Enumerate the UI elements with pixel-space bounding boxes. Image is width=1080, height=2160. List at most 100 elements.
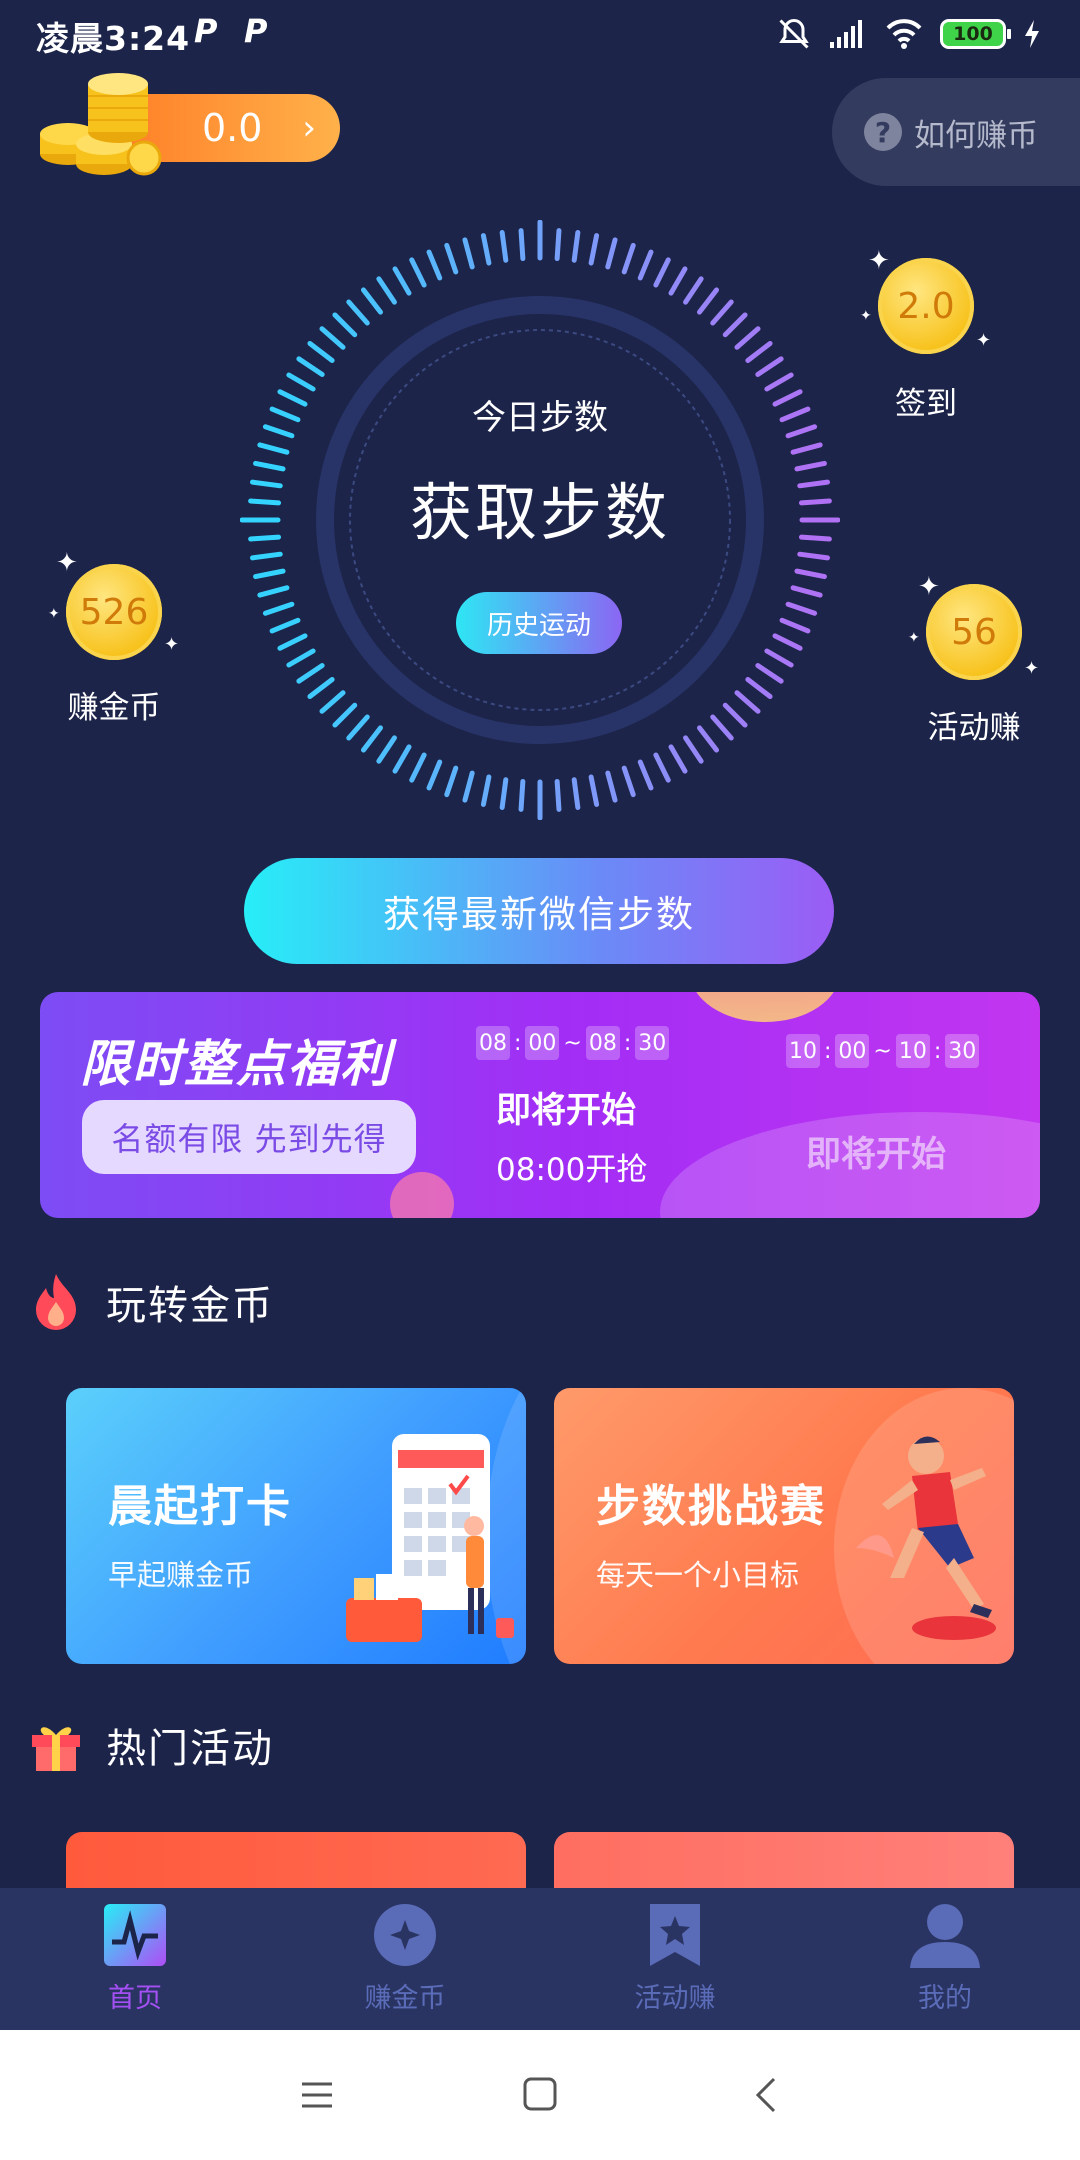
dial-tick bbox=[683, 735, 704, 764]
dial-tick bbox=[798, 498, 832, 506]
earn-coin[interactable]: 526 bbox=[66, 564, 162, 660]
bookmark-star-icon bbox=[650, 1904, 700, 1966]
history-exercise-button[interactable]: 历史运动 bbox=[456, 592, 622, 654]
time-digit: 08 bbox=[585, 1026, 620, 1060]
back-icon[interactable] bbox=[752, 2076, 782, 2114]
sign-in-coin-value: 2.0 bbox=[878, 258, 974, 354]
banner-title: 限时整点福利 bbox=[80, 1035, 392, 1093]
signal-icon bbox=[830, 20, 862, 48]
time-digit: 00 bbox=[835, 1034, 870, 1068]
charging-icon bbox=[1025, 20, 1039, 48]
card-title: 晨起打卡 bbox=[108, 1481, 292, 1532]
dial-tick bbox=[798, 534, 832, 542]
wifi-icon bbox=[886, 19, 922, 49]
coin-stack-icon bbox=[40, 73, 162, 176]
dial-tick bbox=[605, 770, 618, 803]
home-square-icon[interactable] bbox=[522, 2076, 558, 2112]
sign-in-coin[interactable]: 2.0 bbox=[878, 258, 974, 354]
dial-tick bbox=[480, 233, 492, 266]
nav-profile[interactable]: 我的 bbox=[810, 1888, 1080, 2030]
dial-tick bbox=[249, 479, 283, 489]
how-to-earn-label: 如何赚币 bbox=[914, 117, 1038, 154]
dial-tick bbox=[269, 617, 301, 634]
dial-tick bbox=[296, 663, 325, 684]
dial-tick bbox=[571, 777, 581, 811]
runner-illustration bbox=[856, 1436, 996, 1640]
how-to-earn-button[interactable]: ? 如何赚币 bbox=[832, 78, 1080, 186]
earn-coin-value: 526 bbox=[66, 564, 162, 660]
hot-activity-card[interactable] bbox=[66, 1832, 526, 1888]
dial-tick bbox=[392, 744, 412, 774]
time-digit: 30 bbox=[635, 1026, 670, 1060]
dial-tick bbox=[755, 356, 784, 377]
status-time: 凌晨3:24 bbox=[36, 19, 191, 58]
get-wechat-steps-button[interactable]: 获得最新微信步数 bbox=[244, 858, 834, 964]
dial-tick bbox=[360, 725, 384, 753]
question-icon: ? bbox=[864, 113, 902, 151]
hot-activities-heading: 热门活动 bbox=[28, 1716, 274, 1774]
dial-tick bbox=[286, 372, 316, 392]
sparkle-icon: ✦ bbox=[860, 308, 872, 324]
step-challenge-card[interactable]: 步数挑战赛 每天一个小目标 bbox=[554, 1388, 1014, 1664]
nav-label: 活动赚 bbox=[634, 1983, 716, 2014]
dial-tick bbox=[734, 690, 761, 714]
dial-tick bbox=[745, 676, 773, 700]
dial-tick bbox=[360, 287, 384, 315]
chevron-right-icon: › bbox=[302, 108, 316, 148]
dial-tick bbox=[790, 585, 823, 598]
dial-tick bbox=[779, 406, 811, 423]
time-colon: : bbox=[824, 1038, 832, 1064]
parking-notification-icon-2: P bbox=[244, 12, 268, 50]
dial-tick bbox=[426, 249, 443, 281]
coin-icon bbox=[374, 1904, 436, 1966]
time-digit: 10 bbox=[786, 1034, 820, 1068]
dial-tick bbox=[248, 534, 282, 542]
nav-earn[interactable]: 赚金币 bbox=[270, 1888, 540, 2030]
system-nav-bar bbox=[0, 2030, 1080, 2160]
dial-tick bbox=[683, 276, 704, 305]
dial-tick bbox=[376, 276, 397, 305]
time-digit: 08 bbox=[476, 1026, 510, 1060]
dial-tick bbox=[296, 356, 325, 377]
activity-coin-value: 56 bbox=[926, 584, 1022, 680]
dial-tick bbox=[462, 237, 475, 270]
dial-tick bbox=[653, 752, 671, 783]
dial-tick bbox=[696, 287, 720, 315]
dial-tick bbox=[257, 442, 290, 455]
card-subtitle: 每天一个小目标 bbox=[596, 1558, 800, 1592]
time-digit: 30 bbox=[945, 1034, 980, 1068]
nav-label: 我的 bbox=[918, 1983, 972, 2014]
dial-tick bbox=[785, 424, 818, 439]
dial-tick bbox=[554, 778, 562, 812]
time-colon: : bbox=[514, 1030, 522, 1056]
menu-icon[interactable] bbox=[300, 2078, 334, 2112]
slot1-start-time: 08:00开抢 bbox=[496, 1152, 648, 1188]
hot-activity-card[interactable] bbox=[554, 1832, 1014, 1888]
banner-decoration bbox=[690, 992, 840, 1022]
morning-checkin-card[interactable]: 晨起打卡 早起赚金币 bbox=[66, 1388, 526, 1664]
nav-home[interactable]: 首页 bbox=[0, 1888, 270, 2030]
get-steps-label[interactable]: 获取步数 bbox=[340, 462, 740, 552]
dial-tick bbox=[249, 551, 283, 561]
activity-coin[interactable]: 56 bbox=[926, 584, 1022, 680]
sparkle-icon: ✦ bbox=[48, 606, 60, 622]
slot1-status: 即将开始 bbox=[496, 1091, 637, 1131]
dial-tick bbox=[605, 237, 618, 270]
dial-tick bbox=[253, 568, 286, 580]
sparkle-icon: ✦ bbox=[868, 246, 890, 276]
gift-icon bbox=[32, 1727, 80, 1771]
sparkle-icon: ✦ bbox=[918, 572, 940, 602]
hourly-welfare-banner[interactable]: 限时整点福利 名额有限 先到先得 08: 00 ~ 08: 30 即将开始 08:… bbox=[40, 992, 1040, 1218]
dial-tick bbox=[755, 663, 784, 684]
time-tilde: ~ bbox=[873, 1038, 892, 1064]
status-bar: 凌晨3:24 P P 100 bbox=[0, 0, 1080, 66]
card-title: 步数挑战赛 bbox=[596, 1481, 826, 1532]
dial-tick bbox=[797, 551, 831, 561]
battery-indicator: 100 bbox=[940, 19, 1011, 49]
dial-tick bbox=[409, 752, 427, 783]
time-colon: : bbox=[623, 1030, 632, 1056]
dial-tick bbox=[797, 479, 831, 489]
slot1-time-range: 08: 00 ~ 08: 30 bbox=[476, 1026, 670, 1060]
fire-icon bbox=[36, 1274, 76, 1330]
nav-activity[interactable]: 活动赚 bbox=[540, 1888, 810, 2030]
